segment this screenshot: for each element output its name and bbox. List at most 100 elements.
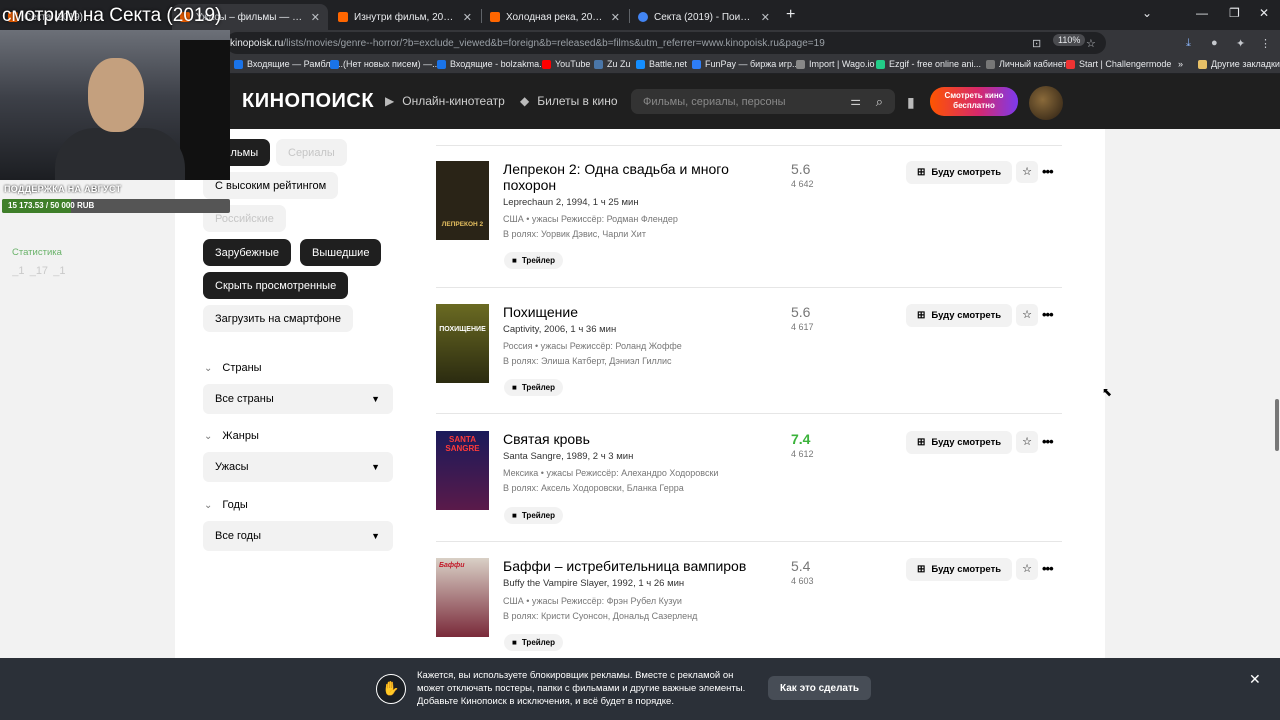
bookmark-item[interactable]: (Нет новых писем) —... — [330, 59, 440, 69]
filter-chip-series[interactable]: Сериалы — [276, 139, 347, 166]
more-options-icon[interactable]: ••• — [1042, 164, 1054, 179]
menu-icon[interactable]: ⋮ — [1260, 37, 1271, 50]
browser-tab[interactable]: Изнутри фильм, 2008, дата вы...✕ — [330, 4, 480, 30]
bookmark-star-icon[interactable]: ☆ — [1086, 37, 1096, 50]
movie-title[interactable]: Похищение — [503, 304, 773, 320]
wago-icon — [796, 59, 805, 69]
will-watch-button[interactable]: ⊞ Буду смотреть — [906, 304, 1013, 327]
bookmark-item[interactable]: Входящие — Рамбле... — [234, 59, 343, 69]
profile-icon[interactable]: ● — [1211, 37, 1218, 49]
will-watch-button[interactable]: ⊞ Буду смотреть — [906, 161, 1013, 184]
tickets-link[interactable]: ◆ Билеты в кино — [520, 94, 618, 108]
filter-chip-hide-watched[interactable]: Скрыть просмотренные — [203, 272, 349, 299]
trailer-button[interactable]: ■ Трейлер — [504, 379, 563, 396]
minimize-icon[interactable]: — — [1196, 6, 1208, 20]
trailer-button[interactable]: ■ Трейлер — [504, 634, 563, 651]
kinopoisk-logo[interactable]: КИНОПОИСК — [242, 90, 374, 113]
bookmark-item[interactable]: Start | Challengermode — [1066, 59, 1171, 69]
movie-cast: В ролях: Элиша Катберт, Дэниэл Гиллис — [503, 356, 672, 366]
donation-goal-text: 15 173.53 / 50 000 RUB — [8, 201, 95, 210]
rate-star-icon[interactable]: ☆ — [1016, 304, 1038, 326]
mail-icon — [437, 59, 446, 69]
video-camera-icon: ■ — [512, 511, 517, 520]
bookmark-item[interactable]: Import | Wago.io — [796, 59, 875, 69]
filter-sliders-icon[interactable]: ⚌ — [850, 94, 861, 108]
movie-title[interactable]: Баффи – истребительница вампиров — [503, 558, 773, 574]
online-cinema-link[interactable]: ▶ Онлайн-кинотеатр — [385, 94, 505, 108]
countries-section[interactable]: ⌄ Страны — [204, 362, 262, 374]
bookmark-icon[interactable]: ▮ — [907, 94, 915, 111]
browser-tab[interactable]: Секта (2019) - Поиск в Google✕ — [630, 4, 778, 30]
youtube-icon — [542, 59, 551, 69]
close-tab-icon[interactable]: ✕ — [463, 11, 472, 24]
scrollbar[interactable] — [1274, 129, 1280, 720]
new-tab-plus-icon[interactable]: + — [786, 6, 795, 24]
genres-section[interactable]: ⌄ Жанры — [204, 430, 259, 442]
bookmark-item[interactable]: YouTube — [542, 59, 590, 69]
bookmarks-overflow-chevron-icon[interactable]: » — [1178, 59, 1183, 69]
mouse-cursor-icon: ⬉ — [1102, 385, 1113, 399]
mail-icon — [234, 59, 243, 69]
filter-chip-foreign[interactable]: Зарубежные — [203, 239, 292, 266]
more-options-icon[interactable]: ••• — [1042, 307, 1054, 322]
close-tab-icon[interactable]: ✕ — [761, 11, 770, 24]
tab-search-chevron-icon[interactable]: ⌄ — [1142, 6, 1152, 20]
rate-star-icon[interactable]: ☆ — [1016, 161, 1038, 183]
folder-icon — [1198, 59, 1207, 69]
filter-chip-released[interactable]: Вышедшие — [300, 239, 382, 266]
movie-votes: 4 642 — [791, 179, 814, 189]
how-to-button[interactable]: Как это сделать — [768, 676, 872, 700]
divider — [436, 145, 1062, 146]
extensions-icon[interactable]: ✦ — [1236, 37, 1245, 50]
search-icon[interactable]: ⌕ — [876, 94, 883, 110]
scrollbar-thumb[interactable] — [1275, 399, 1279, 451]
trailer-button[interactable]: ■ Трейлер — [504, 507, 563, 524]
more-options-icon[interactable]: ••• — [1042, 561, 1054, 576]
years-select[interactable]: Все годы ▼ — [203, 521, 393, 551]
funpay-icon — [692, 59, 701, 69]
close-tab-icon[interactable]: ✕ — [311, 11, 320, 24]
watch-free-button[interactable]: Смотреть кино бесплатно — [930, 87, 1018, 116]
movie-poster[interactable]: ЛЕПРЕКОН 2 — [436, 161, 489, 240]
close-icon[interactable]: ✕ — [1249, 671, 1261, 688]
browser-tab[interactable]: Холодная река, 2021 — смотр...✕ — [482, 4, 628, 30]
movie-subtitle: Leprechaun 2, 1994, 1 ч 25 мин — [503, 197, 639, 208]
stop-hand-icon: ✋ — [376, 674, 406, 704]
install-app-icon[interactable]: ⊡ — [1032, 37, 1041, 50]
countries-select[interactable]: Все страны ▼ — [203, 384, 393, 414]
divider — [436, 541, 1062, 542]
bookmark-item[interactable]: Ezgif - free online ani... — [876, 59, 981, 69]
zoom-level[interactable]: 110% — [1053, 34, 1086, 46]
trailer-button[interactable]: ■ Трейлер — [504, 252, 563, 269]
play-icon: ▶ — [385, 94, 395, 108]
genres-select[interactable]: Ужасы ▼ — [203, 452, 393, 482]
url-field[interactable]: kinopoisk.ru/lists/movies/genre--horror/… — [226, 32, 1106, 54]
bookmark-item[interactable]: Zu Zu — [594, 59, 631, 69]
avatar[interactable] — [1029, 86, 1063, 120]
close-window-icon[interactable]: ✕ — [1259, 6, 1269, 20]
bookmark-item[interactable]: FunPay — биржа игр... — [692, 59, 800, 69]
download-icon[interactable]: ⤓ — [1186, 37, 1191, 50]
bookmark-item[interactable]: Battle.net — [636, 59, 687, 69]
movie-poster[interactable]: Баффи — [436, 558, 489, 637]
bookmark-item[interactable]: Входящие - bolzakma... — [437, 59, 547, 69]
will-watch-button[interactable]: ⊞ Буду смотреть — [906, 558, 1013, 581]
restore-icon[interactable]: ❐ — [1229, 6, 1240, 20]
years-section[interactable]: ⌄ Годы — [204, 499, 248, 511]
movie-poster[interactable]: ПОХИЩЕНИЕ — [436, 304, 489, 383]
search-input[interactable]: Фильмы, сериалы, персоны ⚌ ⌕ — [631, 89, 895, 114]
movie-poster[interactable]: SANTA SANGRE — [436, 431, 489, 510]
page-margin — [1105, 129, 1280, 720]
movie-title[interactable]: Святая кровь — [503, 431, 773, 447]
rate-star-icon[interactable]: ☆ — [1016, 431, 1038, 453]
filter-chip-download[interactable]: Загрузить на смартфоне — [203, 305, 353, 332]
will-watch-button[interactable]: ⊞ Буду смотреть — [906, 431, 1013, 454]
close-tab-icon[interactable]: ✕ — [611, 11, 620, 24]
bookmark-add-icon: ⊞ — [917, 437, 926, 448]
rate-star-icon[interactable]: ☆ — [1016, 558, 1038, 580]
bookmark-item[interactable]: Личный кабинет — [986, 59, 1067, 69]
movie-title[interactable]: Лепрекон 2: Одна свадьба и много похорон — [503, 161, 773, 193]
other-bookmarks[interactable]: Другие закладки — [1198, 59, 1280, 69]
more-options-icon[interactable]: ••• — [1042, 434, 1054, 449]
bookmark-add-icon: ⊞ — [917, 564, 926, 575]
